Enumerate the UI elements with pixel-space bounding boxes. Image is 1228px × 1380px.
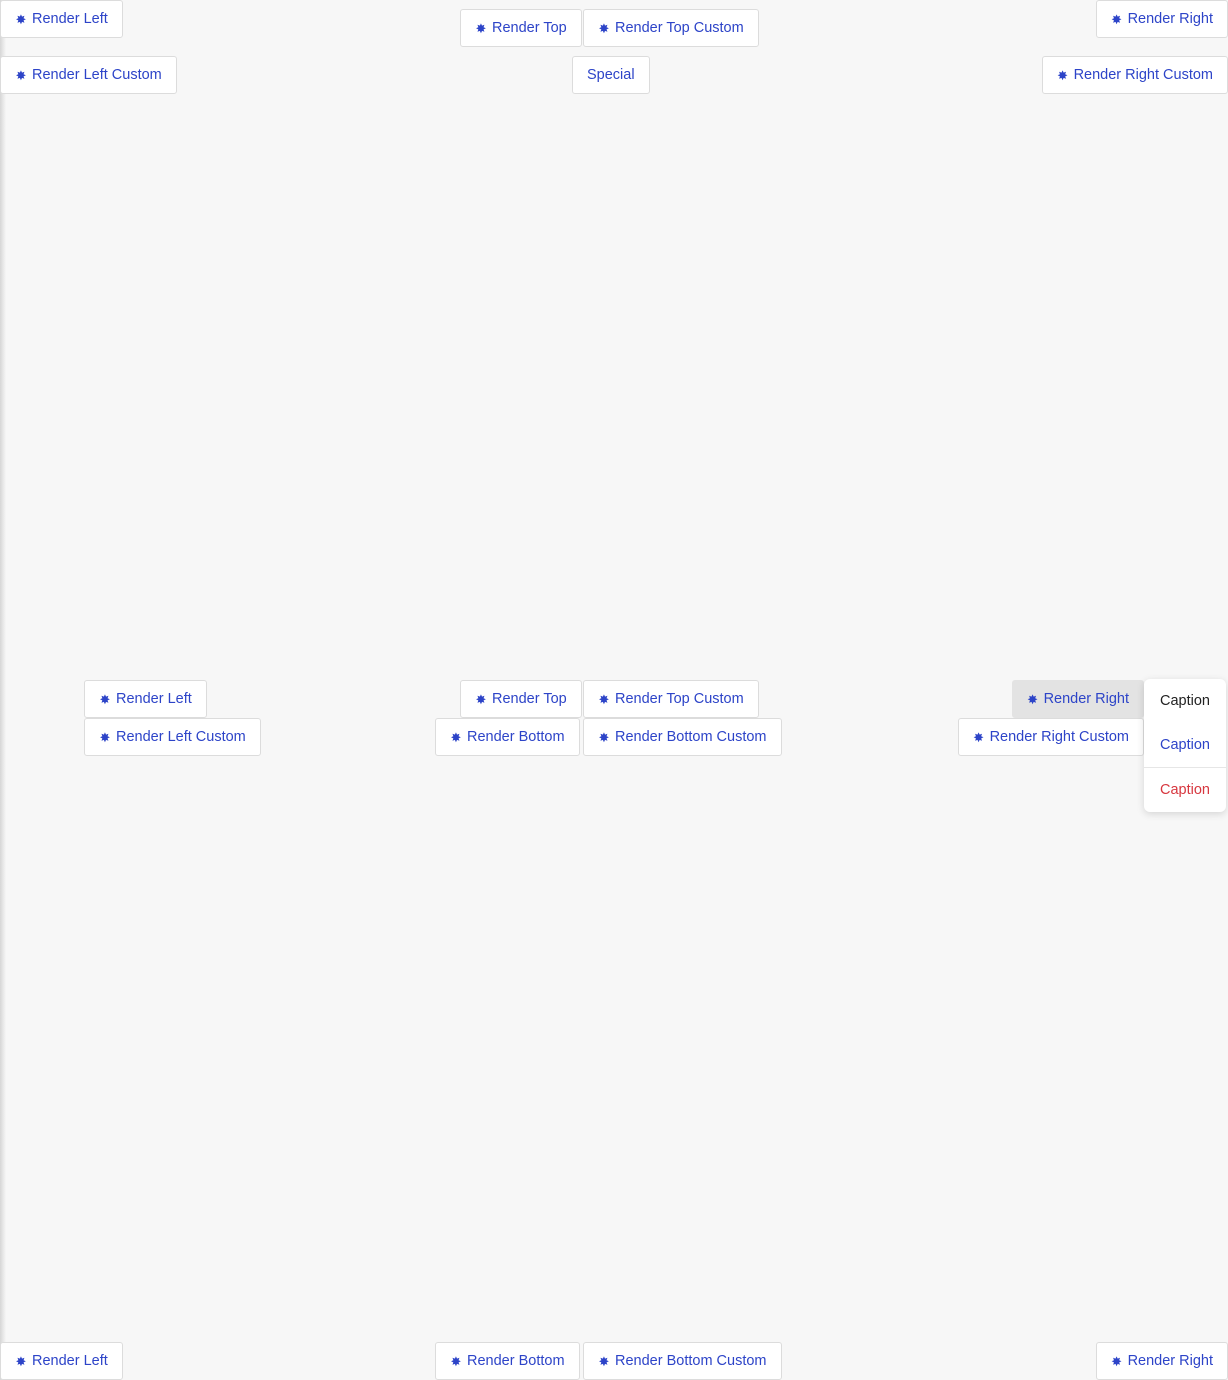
asterisk-icon: ✸ [99, 729, 111, 745]
button-label: Render Left [116, 691, 192, 707]
button-label: Render Top Custom [615, 20, 744, 36]
button-label: Render Left [32, 1353, 108, 1369]
asterisk-icon: ✸ [598, 1353, 610, 1369]
button-label: Render Right [1127, 11, 1213, 27]
asterisk-icon: ✸ [973, 729, 985, 745]
asterisk-icon: ✸ [450, 1353, 462, 1369]
render-left-button-top[interactable]: ✸ Render Left [0, 0, 123, 38]
render-right-custom-button-middle[interactable]: ✸ Render Right Custom [957, 718, 1144, 756]
render-left-button-middle[interactable]: ✸ Render Left [84, 680, 207, 718]
button-label: Render Bottom [467, 729, 565, 745]
asterisk-icon: ✸ [598, 729, 610, 745]
button-label: Render Top [492, 20, 567, 36]
render-bottom-custom-button-bottom[interactable]: ✸ Render Bottom Custom [583, 1342, 782, 1380]
left-edge-shadow [0, 0, 6, 1380]
asterisk-icon: ✸ [450, 729, 462, 745]
dropdown-menu: Caption Caption Caption [1144, 679, 1226, 812]
button-label: Render Right Custom [989, 729, 1129, 745]
menu-item-caption-danger[interactable]: Caption [1144, 767, 1226, 812]
render-right-button-bottom[interactable]: ✸ Render Right [1095, 1342, 1228, 1380]
render-top-button-middle[interactable]: ✸ Render Top [460, 680, 582, 718]
button-label: Render Left Custom [32, 67, 162, 83]
asterisk-icon: ✸ [598, 691, 610, 707]
button-label: Render Top Custom [615, 691, 744, 707]
render-bottom-button-bottom[interactable]: ✸ Render Bottom [435, 1342, 580, 1380]
menu-item-caption[interactable]: Caption [1144, 679, 1226, 723]
asterisk-icon: ✸ [598, 20, 610, 36]
button-label: Render Right [1127, 1353, 1213, 1369]
asterisk-icon: ✸ [15, 67, 27, 83]
button-label: Render Bottom Custom [615, 1353, 767, 1369]
asterisk-icon: ✸ [99, 691, 111, 707]
asterisk-icon: ✸ [1111, 1353, 1123, 1369]
render-right-button-middle[interactable]: ✸ Render Right [1011, 680, 1144, 718]
render-top-button-top[interactable]: ✸ Render Top [460, 9, 582, 47]
render-top-custom-button-middle[interactable]: ✸ Render Top Custom [583, 680, 759, 718]
page: ✸ Render Left ✸ Render Top ✸ Render Top … [0, 0, 1228, 1380]
button-label: Render Right Custom [1073, 67, 1213, 83]
render-left-custom-button-top[interactable]: ✸ Render Left Custom [0, 56, 177, 94]
button-label: Render Left Custom [116, 729, 246, 745]
render-right-custom-button-top[interactable]: ✸ Render Right Custom [1041, 56, 1228, 94]
menu-item-caption-primary[interactable]: Caption [1144, 723, 1226, 767]
asterisk-icon: ✸ [1027, 691, 1039, 707]
asterisk-icon: ✸ [1111, 11, 1123, 27]
button-label: Render Left [32, 11, 108, 27]
render-left-button-bottom[interactable]: ✸ Render Left [0, 1342, 123, 1380]
render-left-custom-button-middle[interactable]: ✸ Render Left Custom [84, 718, 261, 756]
button-label: Special [587, 67, 635, 83]
render-bottom-custom-button-middle[interactable]: ✸ Render Bottom Custom [583, 718, 782, 756]
render-top-custom-button-top[interactable]: ✸ Render Top Custom [583, 9, 759, 47]
button-label: Render Bottom [467, 1353, 565, 1369]
asterisk-icon: ✸ [15, 1353, 27, 1369]
button-label: Render Bottom Custom [615, 729, 767, 745]
button-label: Render Top [492, 691, 567, 707]
special-button[interactable]: Special [572, 56, 650, 94]
asterisk-icon: ✸ [475, 20, 487, 36]
render-bottom-button-middle[interactable]: ✸ Render Bottom [435, 718, 580, 756]
asterisk-icon: ✸ [1057, 67, 1069, 83]
asterisk-icon: ✸ [15, 11, 27, 27]
asterisk-icon: ✸ [475, 691, 487, 707]
button-label: Render Right [1043, 691, 1129, 707]
render-right-button-top[interactable]: ✸ Render Right [1095, 0, 1228, 38]
